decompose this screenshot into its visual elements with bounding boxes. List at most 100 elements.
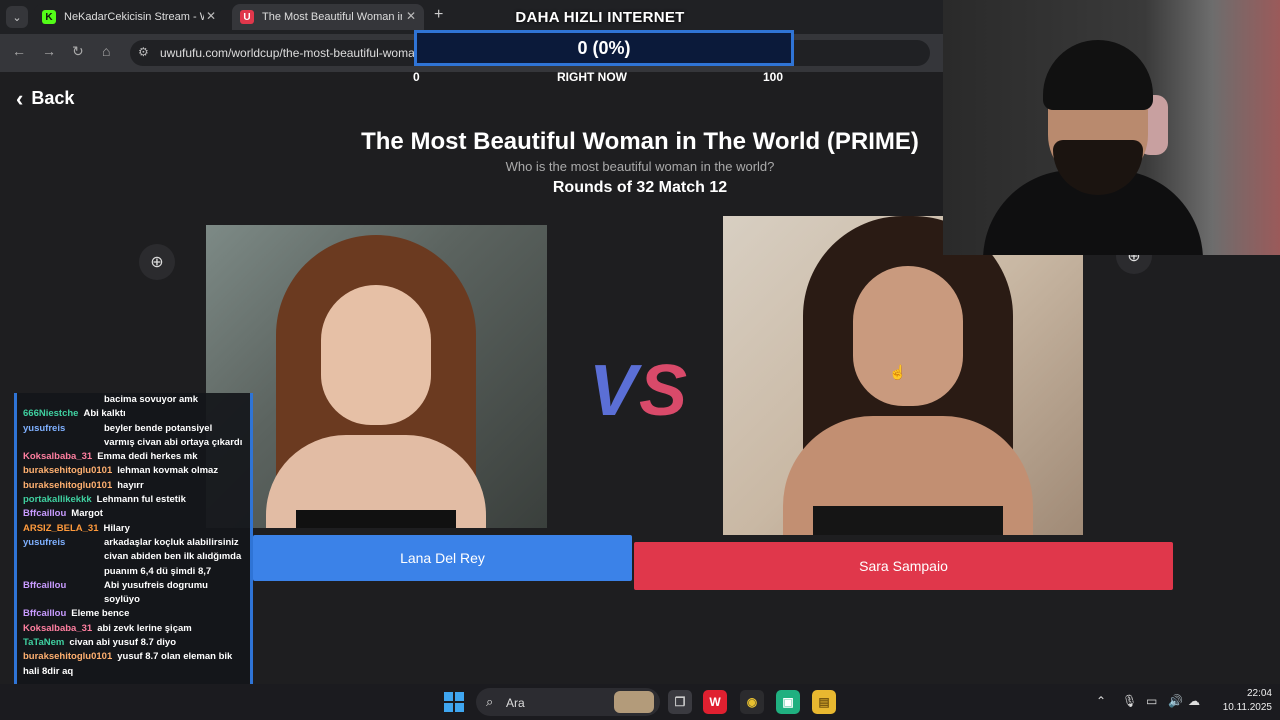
chat-username[interactable]: Bffcaillou [23,608,66,619]
chat-username[interactable]: Koksalbaba_31 [23,623,92,634]
tab-close-icon[interactable]: ✕ [206,9,216,23]
chat-username[interactable]: TaTaNem [23,637,64,648]
site-info-icon[interactable]: ⚙ [138,45,149,59]
chat-text: Lehmann ful estetik [96,494,186,506]
overlay-min-label: 0 [413,70,420,84]
chat-text: arkadaşlar koçluk alabilirsiniz civan ab… [104,536,242,577]
chat-message: buraksehitoglu0101 lehman kovmak olmaz [23,464,244,478]
stream-chat: bacima sovuyor amk 666Niestche Abi kalktı y… [14,393,253,712]
browser-tab-2[interactable]: U The Most Beautiful Woman in The ✕ [232,4,424,30]
chat-username[interactable]: buraksehitoglu0101 [23,465,112,476]
windows-taskbar: ⌕ Ara ❐ W ◉ ▣ ▤ ⌃ 🎙 ▭ 🔊 ☁ 22:04 10.11.20… [0,684,1280,720]
chat-username[interactable]: buraksehitoglu0101 [23,651,112,662]
uwufufu-favicon-icon: U [240,10,254,24]
chat-message: Koksalbaba_31 abi zevk lerine şiçam [23,622,244,636]
webcam-hair [1043,40,1153,110]
left-choice-button[interactable]: Lana Del Rey [253,535,632,581]
tab-title: The Most Beautiful Woman in The [262,11,402,23]
chat-text: Eleme bence [71,608,130,620]
forward-arrow-icon[interactable]: → [42,43,56,59]
chevron-left-icon: ‹ [16,85,24,111]
chat-message: yusufreis arkadaşlar koçluk alabilirsiniz… [23,536,244,579]
photo-dress [813,506,1003,535]
chat-text: lehman kovmak olmaz [117,465,219,477]
chat-text: beyler bende potansiyel varmış civan abi… [104,422,243,448]
tab-search-button[interactable]: ⌄ [6,6,28,28]
chat-message: Bffcaillou Margot [23,507,244,521]
kick-favicon-icon: K [42,10,56,24]
chat-username[interactable]: 666Niestche [23,408,78,419]
chat-text: Emma dedi herkes mk [97,451,198,463]
vs-label: VS [588,351,690,431]
chat-message: 666Niestche Abi kalktı [23,407,244,421]
chat-text: Margot [71,508,103,520]
chat-username[interactable]: Bffcaillou [23,508,66,519]
chrome-icon[interactable]: ◉ [740,690,764,714]
search-highlight-thumbnail [614,691,654,713]
url-text: uwufufu.com/worldcup/the-most-beautiful-… [160,46,415,60]
hand-cursor-icon: ☝ [889,364,907,380]
search-placeholder: Ara [506,696,525,710]
chat-text: hayırr [117,479,144,491]
webcam-overlay [943,0,1280,255]
photo-face [853,266,963,406]
chat-text: Abi yusufreis dogrumu soylüyo [104,579,208,606]
network-icon[interactable]: ▭ [1146,694,1157,708]
chat-message: ARSIZ_BELA_31 Hilary [23,522,244,536]
browser-tab-1[interactable]: K NeKadarCekicisin Stream - Watch ✕ [34,4,224,30]
overlay-title: DAHA HIZLI INTERNET [515,9,685,26]
photo-face [321,285,431,425]
chat-username[interactable]: ARSIZ_BELA_31 [23,523,99,534]
tab-close-icon[interactable]: ✕ [406,9,416,23]
chat-message: Bffcaillou Eleme bence [23,607,244,621]
overlay-max-label: 100 [763,70,784,84]
chat-text: abi zevk lerine şiçam [97,622,192,634]
overlay-progress-bar: 0 (0%) [414,30,794,66]
chat-message: buraksehitoglu0101 yusuf 8.7 olan eleman … [23,650,244,679]
windows-start-icon[interactable] [444,692,464,712]
chat-username[interactable]: Bffcaillou [23,580,66,591]
chat-text: civan abi yusuf 8.7 diyo [69,637,177,649]
back-label: Back [31,88,75,108]
tab-title: NeKadarCekicisin Stream - Watch [64,11,204,23]
chat-text: bacima sovuyor amk [104,394,198,405]
back-arrow-icon[interactable]: ← [12,43,26,59]
chevron-up-icon[interactable]: ⌃ [1096,694,1106,708]
round-info: Rounds of 32 Match 12 [552,179,728,196]
zoom-in-icon[interactable]: ⊕ [139,244,175,280]
page-subtitle: Who is the most beautiful woman in the w… [505,159,775,174]
chat-username[interactable]: buraksehitoglu0101 [23,480,112,491]
overlay-mid-label: RIGHT NOW [557,70,627,84]
clock-time: 22:04 [1246,688,1272,699]
chat-text: Hilary [103,522,130,534]
chat-text: Abi kalktı [83,408,126,420]
chat-message: portakallikekkk Lehmann ful estetik [23,493,244,507]
home-icon[interactable]: ⌂ [102,43,110,59]
taskbar-clock[interactable]: 22:04 10.11.2025 [1208,687,1272,715]
taskbar-search[interactable]: ⌕ Ara [476,688,660,716]
chat-username[interactable]: Koksalbaba_31 [23,451,92,462]
wps-office-icon[interactable]: W [703,690,727,714]
volume-icon[interactable]: 🔊 [1168,694,1183,708]
file-explorer-icon[interactable]: ▤ [812,690,836,714]
back-button[interactable]: ‹ Back [16,85,75,111]
streaming-app-icon[interactable]: ▣ [776,690,800,714]
overlay-value: 0 (0%) [577,37,631,58]
photo-dress [296,510,456,528]
chat-username[interactable]: portakallikekkk [23,494,92,505]
cloud-icon[interactable]: ☁ [1188,694,1200,708]
right-choice-button[interactable]: Sara Sampaio [634,542,1173,590]
microphone-icon[interactable]: 🎙 [1122,694,1137,708]
clock-date: 10.11.2025 [1222,702,1272,713]
search-icon: ⌕ [486,694,494,709]
chat-message: Koksalbaba_31 Emma dedi herkes mk [23,450,244,464]
chat-message: Bffcaillou Abi yusufreis dogrumu soylüyo [23,579,244,608]
left-candidate-photo[interactable] [206,225,547,528]
chat-username[interactable]: yusufreis [23,537,65,548]
task-view-icon[interactable]: ❐ [668,690,692,714]
chat-message: bacima sovuyor amk [23,393,244,407]
reload-icon[interactable]: ↻ [72,43,84,60]
chat-username[interactable]: yusufreis [23,423,65,434]
chat-message: yusufreis beyler bende potansiyel varmış … [23,422,244,451]
chat-message: TaTaNem civan abi yusuf 8.7 diyo [23,636,244,650]
